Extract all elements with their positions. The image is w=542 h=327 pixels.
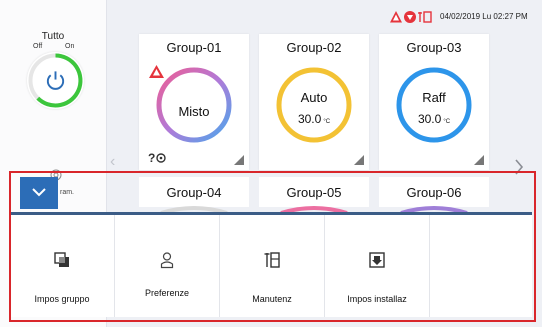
mode-ring xyxy=(396,67,472,143)
maintenance-icon xyxy=(264,252,280,268)
group-name: Group-03 xyxy=(406,40,462,55)
group-name: Group-02 xyxy=(286,40,342,55)
prev-page-icon[interactable]: ‹ xyxy=(110,153,115,171)
menu-item-label: Impos installaz xyxy=(347,294,407,304)
help-gear-icon[interactable]: ? xyxy=(148,148,168,166)
sidebar-fragment-label: ram. xyxy=(60,189,74,196)
power-icon xyxy=(46,71,65,90)
group-name: Group-01 xyxy=(166,40,222,55)
group-settings-icon xyxy=(54,252,69,267)
menu-item-label: Preferenze xyxy=(144,288,190,298)
master-power-button[interactable] xyxy=(27,52,84,109)
menu-item-group-settings[interactable]: Impos gruppo xyxy=(10,215,115,317)
off-label: Off xyxy=(33,43,43,50)
group-card-03[interactable]: Group-03 Raff 30.0 °C xyxy=(379,34,489,170)
master-label: Tutto xyxy=(41,31,65,42)
group-name: Group-06 xyxy=(406,185,462,200)
main-screen: Tutto Off On ram. 04/02/2019 Lu 02:27 PM… xyxy=(0,0,542,327)
group-card-05[interactable]: Group-05 xyxy=(259,177,369,213)
group-card-04[interactable]: Group-04 xyxy=(139,177,249,213)
maintenance-icon xyxy=(418,11,432,23)
datetime: 04/02/2019 Lu 02:27 PM xyxy=(440,12,528,21)
card-corner-marker xyxy=(354,155,364,165)
alert-triangle-icon xyxy=(390,11,402,23)
status-icons xyxy=(390,11,432,23)
card-corner-marker xyxy=(474,155,484,165)
menu-item-installation-settings[interactable]: Impos installaz xyxy=(325,215,430,317)
mode-label: Raff xyxy=(422,90,446,105)
chevron-down-icon xyxy=(32,188,46,197)
on-label: On xyxy=(65,43,75,50)
install-settings-icon xyxy=(369,252,385,268)
group-name: Group-05 xyxy=(286,185,342,200)
menu-item-maintenance[interactable]: Manutenz xyxy=(220,215,325,317)
menu-item-label: Impos gruppo xyxy=(34,294,90,304)
temperature: 30.0 °C xyxy=(297,112,331,126)
group-card-01[interactable]: Group-01 Misto ? xyxy=(139,34,249,170)
user-icon xyxy=(160,252,174,269)
mode-label: Misto xyxy=(178,104,210,119)
svg-text:?: ? xyxy=(148,151,155,165)
next-page-icon[interactable] xyxy=(514,158,524,176)
mode-label: Auto xyxy=(300,90,328,105)
group-card-02[interactable]: Group-02 Auto 30.0 °C xyxy=(259,34,369,170)
bottom-menu-panel: Impos gruppo Preferenze Manutenz Impos i… xyxy=(10,215,532,317)
menu-item-preferences[interactable]: Preferenze xyxy=(115,215,220,317)
mode-ring xyxy=(276,67,352,143)
collapse-menu-button[interactable] xyxy=(20,177,58,209)
menu-item-label: Manutenz xyxy=(252,294,292,304)
shield-icon xyxy=(404,11,416,23)
temperature: 30.0 °C xyxy=(417,112,451,126)
group-card-06[interactable]: Group-06 xyxy=(379,177,489,213)
card-corner-marker xyxy=(234,155,244,165)
group-name: Group-04 xyxy=(166,185,222,200)
